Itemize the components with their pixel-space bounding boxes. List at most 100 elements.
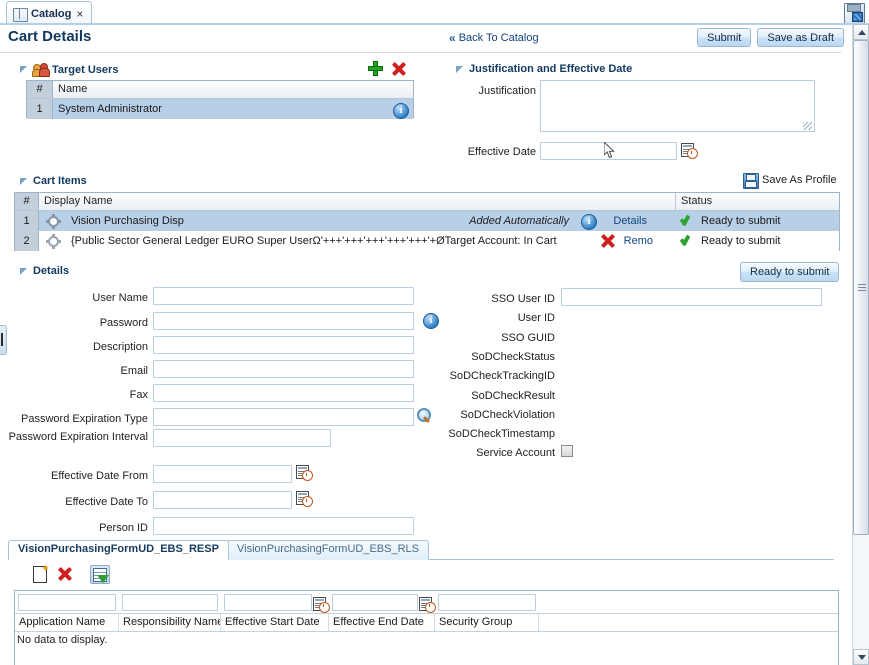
filter-effective-start-date[interactable] <box>224 593 312 611</box>
effective-date-to-calendar-icon[interactable] <box>296 491 313 507</box>
sod-check-status-label: SoDCheckStatus <box>471 351 555 363</box>
status-check-icon <box>680 235 694 247</box>
column-name: Name <box>58 83 88 95</box>
scroll-down-arrow-icon[interactable] <box>853 649 869 665</box>
filter-end-date-calendar-icon[interactable] <box>419 596 436 613</box>
effective-date-to-label: Effective Date To <box>65 496 148 508</box>
new-row-icon[interactable]: ✦ <box>33 563 51 583</box>
filter-application-name[interactable] <box>18 593 116 611</box>
page-title: Cart Details <box>8 28 92 45</box>
password-expiration-interval-input[interactable] <box>153 429 331 447</box>
effective-date-from-input[interactable] <box>153 465 292 483</box>
table-row[interactable]: 2 {Public Sector General Ledger EURO Sup… <box>15 231 839 251</box>
description-input[interactable] <box>153 336 414 354</box>
chevron-left-icon: « <box>449 31 456 45</box>
textarea-resize-grip[interactable] <box>803 122 812 130</box>
disclosure-triangle-icon[interactable] <box>456 65 463 73</box>
column-status: Status <box>675 193 839 210</box>
catalog-book-icon <box>13 8 28 22</box>
filter-effective-end-date[interactable] <box>332 593 418 611</box>
tab-vision-purchasing-resp[interactable]: VisionPurchasingFormUD_EBS_RESP <box>8 540 229 560</box>
password-expiration-interval-label: Password Expiration Interval <box>8 431 148 443</box>
user-id-label: User ID <box>517 312 555 324</box>
effective-date-label: Effective Date <box>467 146 536 158</box>
sso-user-id-input[interactable] <box>561 288 822 306</box>
left-panel-splitter-handle[interactable] <box>0 325 7 355</box>
service-account-checkbox[interactable] <box>561 445 573 457</box>
back-to-catalog-label: Back To Catalog <box>458 32 539 44</box>
email-input[interactable] <box>153 360 414 378</box>
sod-check-timestamp-label: SoDCheckTimestamp <box>448 428 555 440</box>
column-responsibility-name: Responsibility Name <box>119 614 221 631</box>
effective-date-calendar-icon[interactable] <box>681 143 698 159</box>
person-id-input[interactable] <box>153 517 414 535</box>
tab-close-icon[interactable]: × <box>76 8 83 20</box>
effective-date-from-calendar-icon[interactable] <box>296 465 313 481</box>
sod-check-result-label: SoDCheckResult <box>471 390 555 402</box>
save-as-draft-button[interactable]: Save as Draft <box>757 28 844 47</box>
row-details-link[interactable]: Details <box>613 211 647 231</box>
details-section-header[interactable]: Details <box>20 265 69 277</box>
cart-details-page: Catalog × Cart Details « Back To Catalog… <box>0 0 869 665</box>
back-to-catalog-link[interactable]: « Back To Catalog <box>449 31 539 45</box>
details-title: Details <box>33 265 70 277</box>
row-display-name: Vision Purchasing Disp <box>71 215 184 227</box>
query-by-example-icon[interactable] <box>90 565 110 584</box>
status-check-icon <box>680 215 694 227</box>
row-remove-link[interactable]: Remo <box>624 231 653 251</box>
column-display-name: Display Name <box>44 195 113 207</box>
user-name-input[interactable] <box>153 287 414 305</box>
effective-date-input[interactable] <box>540 142 677 160</box>
vertical-scrollbar[interactable] <box>852 24 869 665</box>
ready-to-submit-button[interactable]: Ready to submit <box>740 262 840 282</box>
table-row[interactable]: 1 Vision Purchasing Disp Added Automatic… <box>15 211 839 231</box>
column-num: # <box>15 193 39 210</box>
service-account-label: Service Account <box>476 447 555 459</box>
justification-section-header[interactable]: Justification and Effective Date <box>456 63 632 75</box>
target-users-title: Target Users <box>52 63 119 76</box>
remove-target-user-icon[interactable] <box>392 62 406 76</box>
tab-vision-purchasing-rls[interactable]: VisionPurchasingFormUD_EBS_RLS <box>227 540 429 560</box>
disclosure-triangle-icon[interactable] <box>20 177 27 185</box>
table-row[interactable]: 1 System Administrator i <box>27 99 413 119</box>
password-input[interactable] <box>153 312 414 330</box>
save-as-profile-button[interactable]: Save As Profile <box>743 173 837 189</box>
effective-date-to-input[interactable] <box>153 491 292 509</box>
cart-items-section-header[interactable]: Cart Items <box>20 175 87 187</box>
header-actions: Submit Save as Draft <box>697 28 844 47</box>
filter-responsibility-name[interactable] <box>122 593 218 611</box>
filter-row <box>15 591 838 614</box>
sso-guid-label: SSO GUID <box>501 332 555 344</box>
details-info-icon[interactable]: i <box>581 214 597 230</box>
email-label: Email <box>120 365 148 377</box>
scrollbar-thumb[interactable] <box>853 40 869 535</box>
row-num: 1 <box>15 211 39 231</box>
add-target-user-icon[interactable] <box>368 61 383 76</box>
user-info-icon[interactable]: i <box>393 103 409 119</box>
row-num: 1 <box>27 99 53 119</box>
sso-user-id-label: SSO User ID <box>491 293 555 305</box>
password-expiration-type-input[interactable] <box>153 408 414 426</box>
submit-button[interactable]: Submit <box>697 28 752 47</box>
target-users-section-header[interactable]: Target Users <box>20 63 119 77</box>
target-users-table: # Name 1 System Administrator i <box>26 80 414 119</box>
tab-catalog[interactable]: Catalog × <box>6 1 93 23</box>
star-badge-icon: ✦ <box>41 563 51 575</box>
row-display-name: {Public Sector General Ledger EURO Super… <box>71 235 557 247</box>
disclosure-triangle-icon[interactable] <box>20 66 27 73</box>
save-disk-icon[interactable] <box>844 3 865 24</box>
fax-input[interactable] <box>153 384 414 402</box>
added-automatically-note: Added Automatically <box>469 215 569 227</box>
remove-row-icon[interactable] <box>601 234 615 248</box>
delete-row-icon[interactable] <box>58 567 72 581</box>
disclosure-triangle-icon[interactable] <box>20 267 27 275</box>
justification-title: Justification and Effective Date <box>469 63 633 75</box>
scroll-up-arrow-icon[interactable] <box>853 24 869 40</box>
filter-start-date-calendar-icon[interactable] <box>313 596 330 613</box>
user-name-label: User Name <box>92 292 148 304</box>
filter-security-group[interactable] <box>438 593 536 611</box>
justification-textarea[interactable] <box>540 80 815 132</box>
justification-label: Justification <box>478 85 536 97</box>
person-id-label: Person ID <box>99 522 148 534</box>
password-label: Password <box>99 317 148 329</box>
